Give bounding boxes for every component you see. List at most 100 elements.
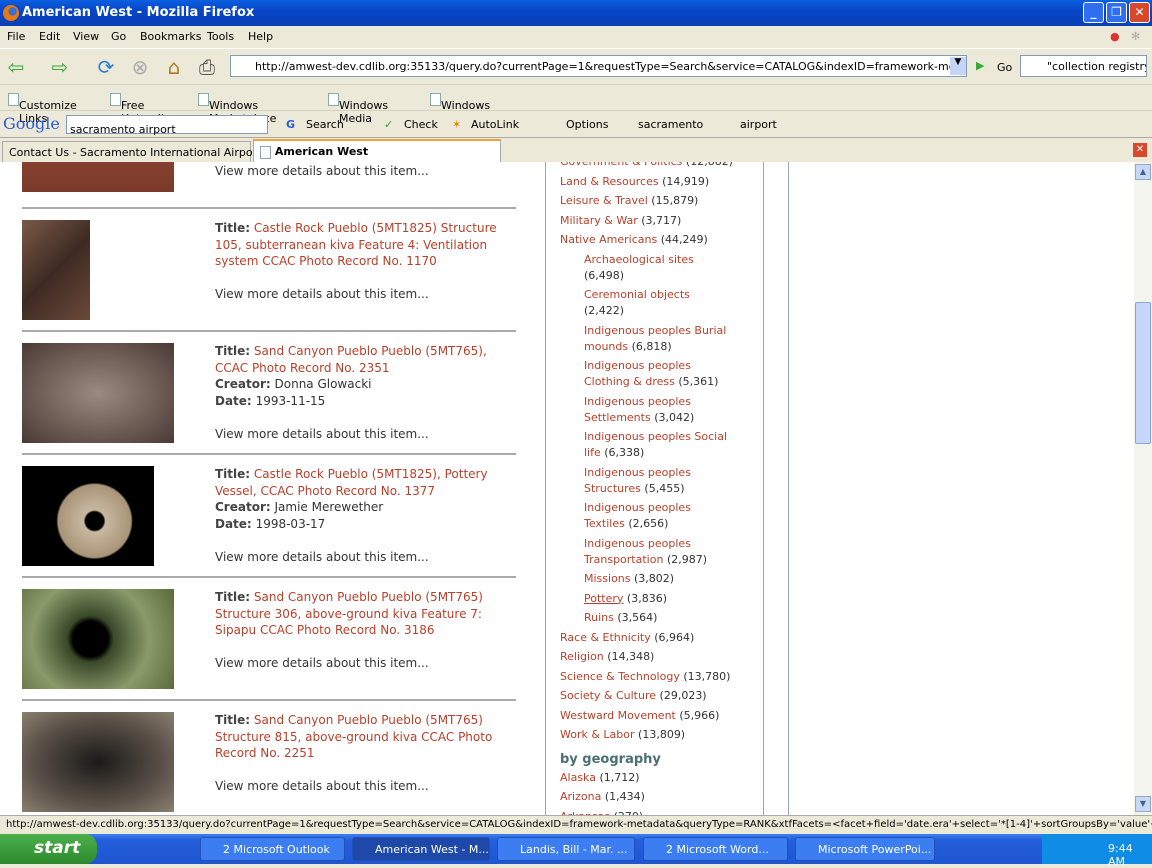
facet-link[interactable]: Alaska [560,771,596,784]
menu-tools[interactable]: Tools [207,30,234,43]
facet-count: (14,919) [662,174,710,188]
facet-count: (5,455) [644,481,685,495]
menu-bar: File Edit View Go Bookmarks Tools Help ●… [0,26,1152,48]
google-search-input[interactable]: sacramento airport [66,115,268,136]
facet-item: Land & Resources (14,919) [560,174,763,194]
result-thumbnail[interactable] [22,712,174,812]
task-landis[interactable]: Landis, Bill - Mar. ... [497,837,635,861]
result-thumbnail[interactable] [22,343,174,443]
title-bar: American West - Mozilla Firefox _ ❐ ✕ [0,0,1152,26]
go-icon[interactable]: ▶ [976,59,984,72]
facet-link[interactable]: Westward Movement [560,709,676,722]
alert-icon[interactable]: ● [1110,30,1120,43]
google-search-button[interactable]: Search [306,118,344,131]
home-icon[interactable]: ⌂ [162,55,186,79]
facet-count: (3,717) [641,213,682,227]
highlight-chip-sacramento[interactable]: sacramento [638,118,703,131]
vertical-scrollbar[interactable]: ▲ ▼ [1134,162,1152,815]
divider [22,453,516,455]
scroll-up-icon[interactable]: ▲ [1135,164,1151,180]
view-more-link[interactable]: View more details about this item... [215,778,515,795]
result-title-link[interactable]: Sand Canyon Pueblo Pueblo (5MT765), CCAC… [215,344,487,375]
tab-contact-us[interactable]: Contact Us - Sacramento International Ai… [2,141,261,163]
bookmark-windows-marketplace[interactable]: Windows Marketplace [198,92,276,125]
maximize-button[interactable]: ❐ [1106,2,1127,23]
facet-link[interactable]: Missions [584,572,631,585]
divider [22,699,516,701]
result-thumbnail[interactable] [22,466,154,566]
bookmark-free-hotmail[interactable]: Free Hotmail [110,92,164,125]
result-title-link[interactable]: Castle Rock Pueblo (5MT1825), Pottery Ve… [215,467,488,498]
view-more-link[interactable]: View more details about this item... [215,655,515,672]
result-thumbnail[interactable] [22,589,174,689]
facet-item: Arizona (1,434) [560,789,763,809]
print-icon[interactable]: ⎙ [195,55,219,79]
view-more-link[interactable]: View more details about this item... [215,426,515,443]
facet-link[interactable]: Science & Technology [560,670,680,683]
options-button[interactable]: Options [566,118,608,131]
bookmark-customize-links[interactable]: Customize Links [8,92,77,125]
result-title-link[interactable]: Castle Rock Pueblo (5MT1825) Structure 1… [215,221,497,268]
result-thumbnail[interactable] [22,220,90,320]
facet-count: (2,987) [666,552,708,566]
view-more-link[interactable]: View more details about this item... [215,163,515,180]
scrollbar-thumb[interactable] [1135,302,1151,444]
result-title-link[interactable]: Sand Canyon Pueblo Pueblo (5MT765) Struc… [215,590,483,637]
facet-item: Society & Culture (29,023) [560,688,763,708]
check-button[interactable]: Check [404,118,438,131]
start-button[interactable]: start [0,834,97,864]
facet-link[interactable]: Society & Culture [560,689,656,702]
tab-american-west[interactable]: American West [253,139,501,163]
facet-item: Indigenous peoples Burial mounds (6,818) [560,323,730,359]
task-word[interactable]: 2 Microsoft Word... [643,837,788,861]
result-thumbnail[interactable] [22,162,174,192]
facet-link[interactable]: Indigenous peoples Clothing & dress [584,359,691,388]
facet-link[interactable]: Ceremonial objects [584,288,690,301]
menu-view[interactable]: View [73,30,99,43]
close-tab-icon[interactable]: ✕ [1133,143,1147,157]
facet-link[interactable]: Land & Resources [560,175,659,188]
search-input[interactable]: "collection registry" [1020,55,1147,77]
facet-link[interactable]: Ruins [584,611,614,624]
url-dropdown-icon[interactable]: ▼ [950,57,966,75]
task-powerpoint[interactable]: Microsoft PowerPoi... [795,837,935,861]
view-more-link[interactable]: View more details about this item... [215,549,515,566]
bookmark-windows-media[interactable]: Windows Media [328,92,388,125]
facet-link[interactable]: Race & Ethnicity [560,631,651,644]
minimize-button[interactable]: _ [1083,2,1104,23]
facet-link[interactable]: Native Americans [560,233,657,246]
facet-link[interactable]: Arizona [560,790,601,803]
facet-count: (14,348) [607,650,655,663]
close-button[interactable]: ✕ [1129,2,1150,23]
menu-go[interactable]: Go [111,30,126,43]
window-title: American West - Mozilla Firefox [22,5,255,20]
menu-edit[interactable]: Edit [39,30,60,43]
task-firefox[interactable]: American West - M... [352,837,490,861]
facet-link[interactable]: Government & Politics [560,162,682,168]
facet-item: Work & Labor (13,809) [560,727,763,747]
scroll-down-icon[interactable]: ▼ [1135,796,1151,812]
autolink-button[interactable]: AutoLink [471,118,519,131]
facet-link[interactable]: Work & Labor [560,728,635,741]
facet-link[interactable]: Archaeological sites [584,253,694,266]
bookmark-windows[interactable]: Windows [430,92,490,112]
back-icon[interactable]: ⇦ [4,55,28,79]
facet-count: (3,836) [626,591,667,605]
go-button[interactable]: Go [997,61,1012,74]
menu-help[interactable]: Help [248,30,273,43]
url-input[interactable]: http://amwest-dev.cdlib.org:35133/query.… [230,55,967,77]
facet-link[interactable]: Pottery [584,592,623,605]
result-title-link[interactable]: Sand Canyon Pueblo Pueblo (5MT765) Struc… [215,713,492,760]
forward-icon[interactable]: ⇨ [48,55,72,79]
view-more-link[interactable]: View more details about this item... [215,286,515,303]
facet-link[interactable]: Leisure & Travel [560,194,648,207]
facet-link[interactable]: Military & War [560,214,638,227]
facet-link[interactable]: Religion [560,650,604,663]
highlight-chip-airport[interactable]: airport [740,118,777,131]
menu-bookmarks[interactable]: Bookmarks [140,30,201,43]
task-outlook[interactable]: 2 Microsoft Outlook [200,837,345,861]
google-logo[interactable]: Google [3,114,60,133]
stop-icon[interactable]: ⊗ [128,55,152,79]
reload-icon[interactable]: ⟳ [94,55,118,79]
menu-file[interactable]: File [7,30,25,43]
